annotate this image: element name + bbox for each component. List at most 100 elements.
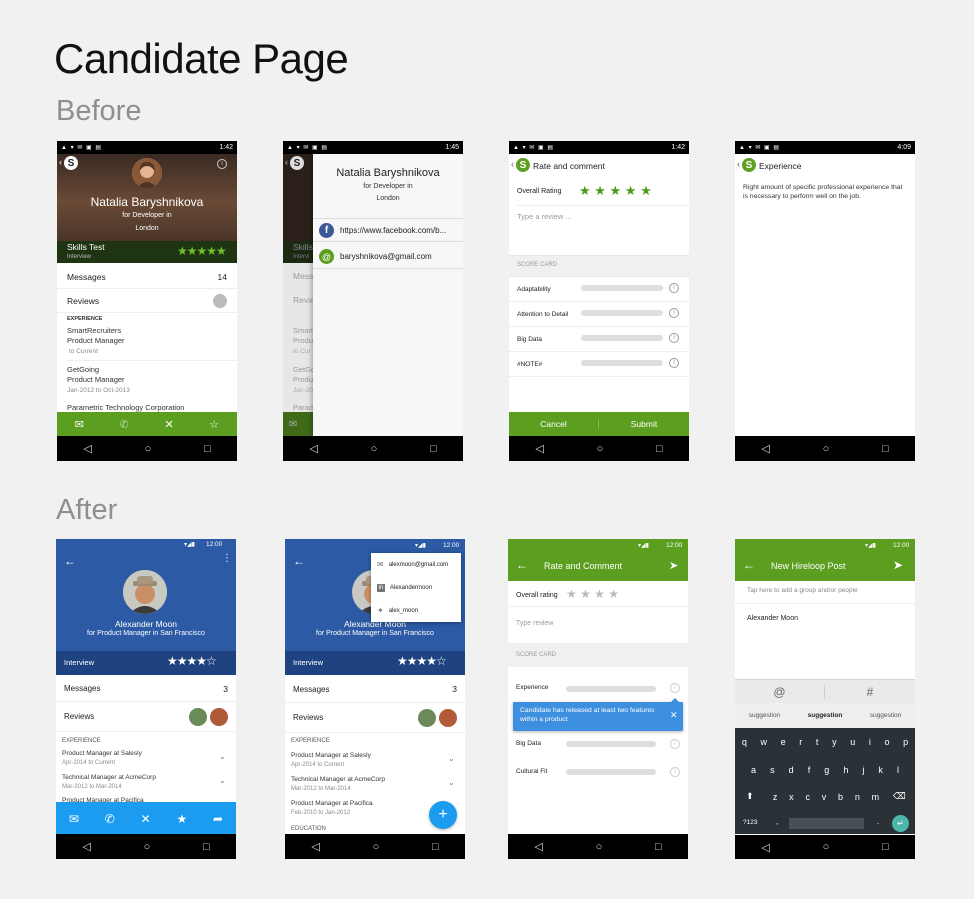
score-bar[interactable]	[566, 769, 656, 775]
info-icon[interactable]: i	[669, 333, 679, 343]
chevron-down-icon[interactable]: ⌄	[448, 754, 455, 763]
recents-nav-icon[interactable]: □	[882, 841, 889, 853]
key-p[interactable]: p	[903, 737, 908, 747]
info-icon[interactable]: i	[669, 308, 679, 318]
recents-nav-icon[interactable]: □	[656, 443, 663, 455]
chevron-down-icon[interactable]: ⌄	[219, 752, 226, 761]
add-fab-button[interactable]: +	[429, 801, 457, 829]
score-bar[interactable]	[581, 335, 663, 341]
key-u[interactable]: u	[850, 737, 855, 747]
mail-icon[interactable]: ✉	[69, 812, 79, 826]
menu-twitter-item[interactable]: ✦ alex_moon	[371, 599, 461, 622]
star-icon[interactable]: ☆	[209, 418, 219, 431]
key-b[interactable]: b	[838, 792, 843, 802]
key-w[interactable]: w	[760, 737, 767, 747]
key-e[interactable]: e	[781, 737, 786, 747]
reviews-row[interactable]: Reviews	[57, 289, 237, 313]
score-bar[interactable]	[566, 686, 656, 692]
share-icon[interactable]: ➦	[213, 812, 223, 826]
send-icon[interactable]: ➤	[669, 559, 678, 572]
mail-icon[interactable]: ✉	[75, 418, 84, 431]
overall-rating-stars[interactable]: ★ ★ ★ ★ ★	[579, 183, 652, 199]
suggestion-item[interactable]: suggestion	[870, 712, 901, 719]
email-row[interactable]: @ baryshnikova@gmail.com	[313, 245, 463, 269]
score-bar[interactable]	[581, 360, 663, 366]
info-icon[interactable]: i	[669, 358, 679, 368]
home-nav-icon[interactable]: ○	[144, 841, 151, 853]
home-nav-icon[interactable]: ○	[823, 841, 830, 853]
key-l[interactable]: l	[897, 765, 899, 775]
recents-nav-icon[interactable]: □	[432, 841, 439, 853]
back-nav-icon[interactable]: ◁	[82, 840, 90, 853]
back-arrow-icon[interactable]: ←	[293, 554, 305, 568]
back-arrow-icon[interactable]: ←	[516, 558, 528, 572]
close-icon[interactable]: ✕	[141, 812, 151, 826]
back-arrow-icon[interactable]: ←	[743, 558, 755, 572]
home-nav-icon[interactable]: ○	[145, 443, 152, 455]
menu-email-item[interactable]: ✉ alexmoon@gmail.com	[371, 553, 461, 576]
shift-key-icon[interactable]: ⬆	[746, 791, 754, 802]
home-nav-icon[interactable]: ○	[597, 443, 604, 455]
key-c[interactable]: c	[805, 792, 810, 802]
messages-row[interactable]: Messages 3	[56, 676, 236, 702]
key-h[interactable]: h	[843, 765, 848, 775]
score-bar[interactable]	[581, 310, 663, 316]
key-i[interactable]: i	[869, 737, 871, 747]
info-icon[interactable]: i	[670, 739, 680, 749]
back-nav-icon[interactable]: ◁	[535, 442, 543, 455]
symbols-key[interactable]: ?123	[743, 819, 757, 826]
score-bar[interactable]	[581, 285, 663, 291]
more-icon[interactable]: ⋮	[222, 553, 232, 564]
suggestion-item[interactable]: suggestion	[749, 712, 780, 719]
back-nav-icon[interactable]: ◁	[83, 442, 91, 455]
key-x[interactable]: x	[789, 792, 794, 802]
key-o[interactable]: o	[885, 737, 890, 747]
back-nav-icon[interactable]: ◁	[311, 840, 319, 853]
key-y[interactable]: y	[832, 737, 837, 747]
back-nav-icon[interactable]: ◁	[761, 442, 769, 455]
key-a[interactable]: a	[751, 765, 756, 775]
info-icon[interactable]: i	[670, 683, 680, 693]
menu-linkedin-item[interactable]: in Alexandermoon	[371, 576, 461, 599]
key-j[interactable]: j	[862, 765, 864, 775]
backspace-key-icon[interactable]: ⌫	[893, 791, 906, 802]
key-d[interactable]: d	[789, 765, 794, 775]
info-icon[interactable]: i	[669, 283, 679, 293]
star-icon[interactable]: ★	[176, 812, 187, 826]
back-icon[interactable]: ‹	[737, 159, 740, 169]
key-k[interactable]: k	[878, 765, 883, 775]
review-input[interactable]: Type review	[516, 620, 553, 627]
recents-nav-icon[interactable]: □	[882, 443, 889, 455]
home-nav-icon[interactable]: ○	[596, 841, 603, 853]
key-s[interactable]: s	[770, 765, 775, 775]
key-r[interactable]: r	[799, 737, 802, 747]
facebook-link[interactable]: https://www.facebook.com/b...	[340, 226, 446, 235]
recents-nav-icon[interactable]: □	[204, 443, 211, 455]
key-n[interactable]: n	[855, 792, 860, 802]
reviews-row[interactable]: Reviews	[56, 702, 236, 732]
back-arrow-icon[interactable]: ←	[64, 554, 76, 568]
hashtag-button[interactable]: #	[825, 685, 915, 699]
back-nav-icon[interactable]: ◁	[534, 840, 542, 853]
send-icon[interactable]: ➤	[893, 558, 903, 572]
space-key[interactable]	[789, 818, 864, 829]
back-icon[interactable]: ‹	[511, 159, 514, 169]
reviews-row[interactable]: Reviews	[285, 703, 465, 733]
mention-button[interactable]: @	[735, 684, 825, 699]
post-body-input[interactable]: Alexander Moon	[747, 615, 798, 622]
review-input[interactable]: Type a review ...	[517, 212, 682, 221]
submit-button[interactable]: Submit	[599, 419, 689, 429]
recents-nav-icon[interactable]: □	[430, 443, 437, 455]
home-nav-icon[interactable]: ○	[371, 443, 378, 455]
close-icon[interactable]: ✕	[164, 418, 173, 431]
back-nav-icon[interactable]: ◁	[309, 442, 317, 455]
chevron-down-icon[interactable]: ⌄	[448, 778, 455, 787]
overall-rating-stars[interactable]: ★ ★ ★ ★	[566, 587, 619, 601]
home-nav-icon[interactable]: ○	[823, 443, 830, 455]
phone-icon[interactable]: ✆	[120, 418, 129, 431]
messages-row[interactable]: Messages 3	[285, 676, 465, 703]
enter-key-icon[interactable]: ↵	[892, 815, 909, 832]
recipients-input[interactable]: Tap here to add a group and/or people	[747, 587, 858, 594]
key-t[interactable]: t	[816, 737, 819, 747]
tooltip-close-icon[interactable]: ✕	[670, 710, 678, 721]
